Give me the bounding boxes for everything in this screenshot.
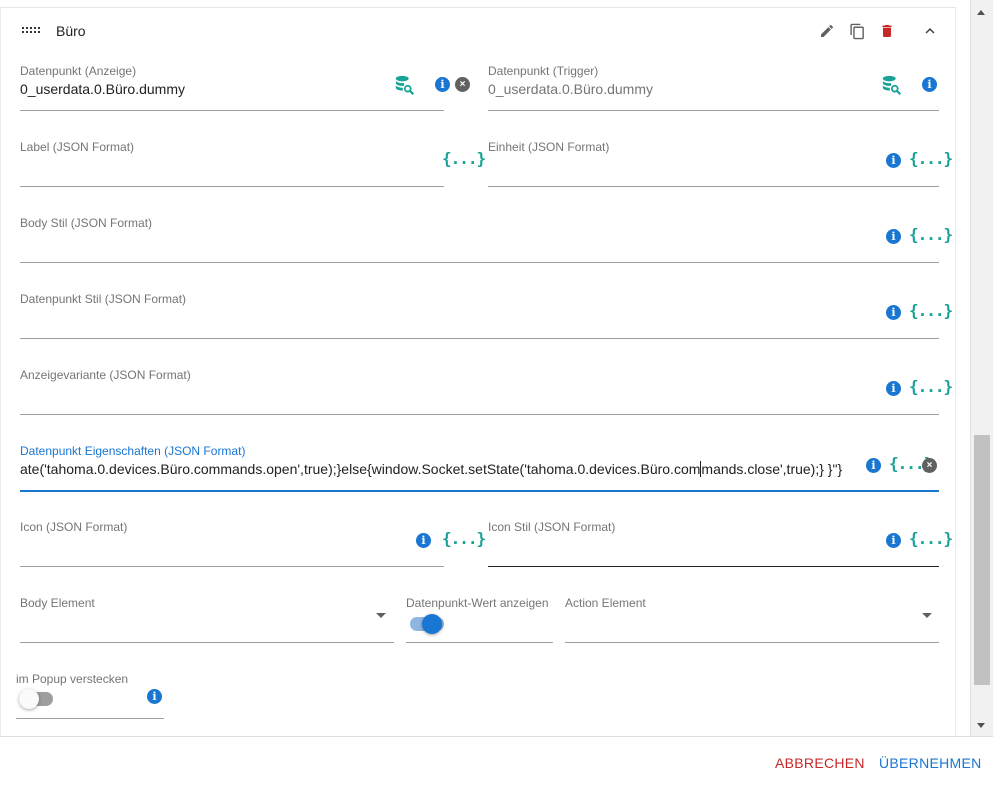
display-variant-label: Anzeigevariante (JSON Format) <box>20 368 191 382</box>
dp-properties-text-3: mands.close',true);} }"} <box>701 461 843 477</box>
scrollbar-thumb[interactable] <box>974 435 990 685</box>
show-dp-value-label: Datenpunkt-Wert anzeigen <box>406 596 549 610</box>
dialog-actions: ABBRECHEN ÜBERNEHMEN <box>0 736 993 788</box>
cancel-button[interactable]: ABBRECHEN <box>775 755 865 771</box>
info-icon: i <box>886 533 901 548</box>
display-variant-field[interactable]: Anzeigevariante (JSON Format) <box>20 368 939 415</box>
chevron-down-icon <box>376 613 386 618</box>
body-element-select[interactable]: Body Element <box>20 596 394 643</box>
dp-style-field[interactable]: Datenpunkt Stil (JSON Format) <box>20 292 939 339</box>
label-json-editor-icon[interactable]: {...} <box>442 149 486 168</box>
display-variant-info-button[interactable]: i <box>886 381 901 396</box>
unit-info-button[interactable]: i <box>886 153 901 168</box>
icon-field-label: Icon (JSON Format) <box>20 520 128 534</box>
collapse-button[interactable] <box>919 20 941 42</box>
dp-trigger-label: Datenpunkt (Trigger) <box>488 64 599 78</box>
body-style-label: Body Stil (JSON Format) <box>20 216 153 230</box>
icon-info-button[interactable]: i <box>416 533 431 548</box>
chevron-down-icon <box>922 613 932 618</box>
dp-properties-field[interactable]: Datenpunkt Eigenschaften (JSON Format) a… <box>20 444 939 492</box>
body-style-json-editor-icon[interactable]: {...} <box>909 225 953 244</box>
unit-field-label: Einheit (JSON Format) <box>488 140 610 154</box>
dp-trigger-field[interactable]: Datenpunkt (Trigger) 0_userdata.0.Büro.d… <box>488 64 939 111</box>
dialog-content: Büro Datenpunkt (Anzeige) 0_userdata.0.B… <box>0 0 956 736</box>
trash-icon <box>882 25 892 37</box>
body-style-info-button[interactable]: i <box>886 229 901 244</box>
show-dp-value-switch-thumb[interactable] <box>422 614 442 634</box>
dp-display-value[interactable]: 0_userdata.0.Büro.dummy <box>20 81 185 97</box>
apply-button[interactable]: ÜBERNEHMEN <box>879 755 982 771</box>
card-header: Büro <box>0 10 956 54</box>
close-circle-icon: × <box>922 458 937 473</box>
body-style-field[interactable]: Body Stil (JSON Format) <box>20 216 939 263</box>
dp-style-label: Datenpunkt Stil (JSON Format) <box>20 292 187 306</box>
database-search-icon <box>882 75 902 95</box>
database-search-icon <box>395 75 415 95</box>
scroll-down-arrow-icon[interactable] <box>977 723 985 728</box>
hide-in-popup-switch-thumb[interactable] <box>19 689 39 709</box>
hide-in-popup-info-button[interactable]: i <box>147 689 162 704</box>
dp-properties-clear-button[interactable]: × <box>922 458 937 473</box>
action-element-select[interactable]: Action Element <box>565 596 939 643</box>
pencil-icon <box>821 24 834 37</box>
copy-button[interactable] <box>846 20 868 42</box>
info-icon: i <box>416 533 431 548</box>
dp-display-label: Datenpunkt (Anzeige) <box>20 64 137 78</box>
info-icon: i <box>886 381 901 396</box>
dp-properties-text-1: ate('tahoma.0.devices.Büro.commands.open… <box>20 461 342 477</box>
icon-field[interactable]: Icon (JSON Format) <box>20 520 444 567</box>
edit-button[interactable] <box>816 20 838 42</box>
icon-style-label: Icon Stil (JSON Format) <box>488 520 616 534</box>
label-field-label: Label (JSON Format) <box>20 140 135 154</box>
icon-json-editor-icon[interactable]: {...} <box>442 529 486 548</box>
icon-style-info-button[interactable]: i <box>886 533 901 548</box>
info-icon: i <box>866 458 881 473</box>
close-circle-icon: × <box>455 77 470 92</box>
object-browser-button[interactable] <box>394 74 416 96</box>
info-icon: i <box>922 77 937 92</box>
dp-trigger-info-button[interactable]: i <box>922 77 937 92</box>
info-icon: i <box>886 305 901 320</box>
dp-properties-label: Datenpunkt Eigenschaften (JSON Format) <box>20 444 246 458</box>
label-field[interactable]: Label (JSON Format) <box>20 140 444 187</box>
hide-in-popup-label: im Popup verstecken <box>16 672 129 686</box>
dp-display-clear-button[interactable]: × <box>455 77 470 92</box>
dp-properties-value[interactable]: ate('tahoma.0.devices.Büro.commands.open… <box>20 461 860 477</box>
display-variant-json-editor-icon[interactable]: {...} <box>909 377 953 396</box>
show-dp-value-switch-field: Datenpunkt-Wert anzeigen <box>406 596 553 643</box>
action-element-label: Action Element <box>565 596 646 610</box>
delete-button[interactable] <box>876 20 898 42</box>
dp-trigger-value[interactable]: 0_userdata.0.Büro.dummy <box>488 81 653 97</box>
icon-style-field[interactable]: Icon Stil (JSON Format) <box>488 520 939 567</box>
unit-json-editor-icon[interactable]: {...} <box>909 149 953 168</box>
hide-in-popup-switch-field: im Popup verstecken <box>16 672 164 719</box>
dp-style-json-editor-icon[interactable]: {...} <box>909 301 953 320</box>
dp-properties-text-2: ('tahoma.0.devices.Büro.com <box>519 461 701 477</box>
object-browser-trigger-button[interactable] <box>881 74 903 96</box>
dp-style-info-button[interactable]: i <box>886 305 901 320</box>
dp-properties-info-button[interactable]: i <box>866 458 881 473</box>
info-icon: i <box>886 229 901 244</box>
unit-field[interactable]: Einheit (JSON Format) <box>488 140 939 187</box>
card-top-border <box>0 0 956 8</box>
dp-display-field[interactable]: Datenpunkt (Anzeige) 0_userdata.0.Büro.d… <box>20 64 444 111</box>
copy-icon <box>849 23 864 39</box>
vertical-scrollbar[interactable] <box>970 0 993 736</box>
icon-style-json-editor-icon[interactable]: {...} <box>909 529 953 548</box>
dp-properties-text-misspelled: else{window.Socket.setState <box>341 461 520 477</box>
drag-handle-icon[interactable] <box>22 27 42 35</box>
body-element-label: Body Element <box>20 596 95 610</box>
info-icon: i <box>886 153 901 168</box>
card-title: Büro <box>56 23 86 39</box>
info-icon: i <box>435 77 450 92</box>
scroll-up-arrow-icon[interactable] <box>977 10 985 15</box>
chevron-up-icon <box>925 28 935 34</box>
info-icon: i <box>147 689 162 704</box>
dp-display-info-button[interactable]: i <box>435 77 450 92</box>
